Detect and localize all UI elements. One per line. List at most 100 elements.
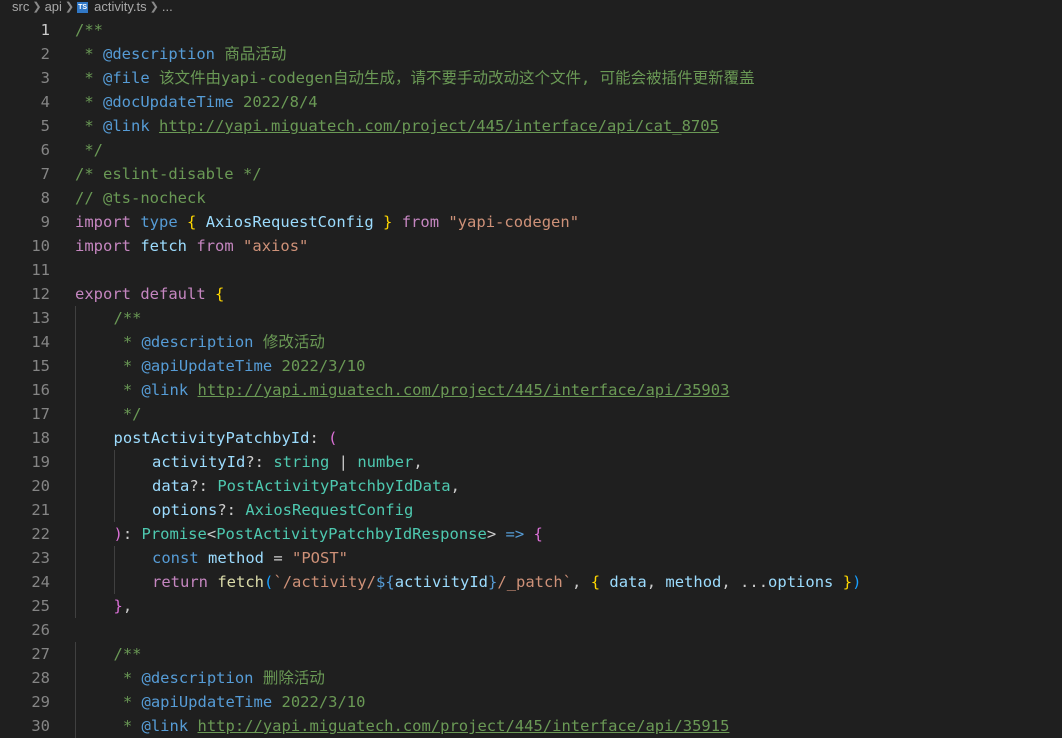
code-text[interactable] [50, 258, 1062, 282]
code-token: import [75, 213, 131, 231]
code-line[interactable]: 17 */ [0, 402, 1062, 426]
code-text[interactable]: * @description 修改活动 [50, 330, 1062, 354]
breadcrumb-item-file[interactable]: activity.ts [94, 0, 147, 14]
code-line[interactable]: 29 * @apiUpdateTime 2022/3/10 [0, 690, 1062, 714]
code-text[interactable]: */ [50, 138, 1062, 162]
code-text[interactable]: * @description 删除活动 [50, 666, 1062, 690]
code-token: data [609, 573, 647, 591]
code-text[interactable]: * @link http://yapi.miguatech.com/projec… [50, 378, 1062, 402]
code-link[interactable]: http://yapi.miguatech.com/project/445/in… [198, 381, 730, 399]
code-token: /* eslint-disable */ [75, 165, 262, 183]
code-text[interactable]: const method = "POST" [50, 546, 1062, 570]
code-text[interactable]: /** [50, 18, 1062, 42]
code-token: @link [141, 717, 189, 735]
code-text[interactable]: return fetch(`/activity/${activityId}/_p… [50, 570, 1062, 594]
code-line[interactable]: 5 * @link http://yapi.miguatech.com/proj… [0, 114, 1062, 138]
code-text[interactable]: * @description 商品活动 [50, 42, 1062, 66]
code-line[interactable]: 9 import type { AxiosRequestConfig } from… [0, 210, 1062, 234]
code-line[interactable]: 15 * @apiUpdateTime 2022/3/10 [0, 354, 1062, 378]
code-token: 商品活动 [214, 45, 287, 63]
code-token: 2022/8/4 [233, 93, 318, 111]
breadcrumb-item-symbols[interactable]: ... [162, 0, 173, 14]
code-line[interactable]: 7 /* eslint-disable */ [0, 162, 1062, 186]
code-line[interactable]: 24 return fetch(`/activity/${activityId}/… [0, 570, 1062, 594]
code-line[interactable]: 23 const method = "POST" [0, 546, 1062, 570]
indent-guide [113, 570, 115, 594]
code-line[interactable]: 22): Promise<PostActivityPatchbyIdRespon… [0, 522, 1062, 546]
code-text[interactable]: import type { AxiosRequestConfig } from … [50, 210, 1062, 234]
code-token: number [357, 453, 414, 471]
code-token: * [113, 669, 142, 687]
code-text[interactable] [50, 618, 1062, 642]
code-token: : [122, 525, 142, 543]
code-line[interactable]: 12 export default { [0, 282, 1062, 306]
code-line[interactable]: 6 */ [0, 138, 1062, 162]
indent-guide [113, 450, 115, 474]
code-line[interactable]: 8 // @ts-nocheck [0, 186, 1062, 210]
indent-guide [75, 402, 76, 426]
code-line[interactable]: 26 [0, 618, 1062, 642]
code-line[interactable]: 21 options?: AxiosRequestConfig [0, 498, 1062, 522]
code-line[interactable]: 14 * @description 修改活动 [0, 330, 1062, 354]
code-line[interactable]: 2 * @description 商品活动 [0, 42, 1062, 66]
code-text[interactable]: options?: AxiosRequestConfig [50, 498, 1062, 522]
line-number: 6 [40, 141, 50, 159]
code-token: ?: [245, 453, 274, 471]
code-text[interactable]: * @link http://yapi.miguatech.com/projec… [50, 714, 1062, 738]
code-line[interactable]: 18 postActivityPatchbyId: ( [0, 426, 1062, 450]
code-text[interactable]: /** [50, 642, 1062, 666]
code-token: , ... [721, 573, 769, 591]
code-token: string [273, 453, 330, 471]
code-link[interactable]: http://yapi.miguatech.com/project/445/in… [159, 117, 719, 135]
code-text[interactable]: * @docUpdateTime 2022/8/4 [50, 90, 1062, 114]
code-text[interactable]: }, [50, 594, 1062, 618]
code-text[interactable]: /** [50, 306, 1062, 330]
code-line[interactable]: 20 data?: PostActivityPatchbyIdData, [0, 474, 1062, 498]
breadcrumb-item-src[interactable]: src [12, 0, 29, 14]
code-line[interactable]: 27 /** [0, 642, 1062, 666]
code-text[interactable]: * @apiUpdateTime 2022/3/10 [50, 690, 1062, 714]
code-text[interactable]: * @file 该文件由yapi-codegen自动生成，请不要手动改动这个文件… [50, 66, 1062, 90]
code-text[interactable]: export default { [50, 282, 1062, 306]
code-line[interactable]: 11 [0, 258, 1062, 282]
breadcrumb-item-api[interactable]: api [45, 0, 62, 14]
code-line[interactable]: 4 * @docUpdateTime 2022/8/4 [0, 90, 1062, 114]
code-link[interactable]: http://yapi.miguatech.com/project/445/in… [198, 717, 730, 735]
line-number: 15 [31, 357, 50, 375]
line-number: 9 [40, 213, 50, 231]
code-line[interactable]: 25}, [0, 594, 1062, 618]
code-text[interactable]: * @apiUpdateTime 2022/3/10 [50, 354, 1062, 378]
code-text[interactable]: /* eslint-disable */ [50, 162, 1062, 186]
line-number: 30 [31, 717, 50, 735]
code-line[interactable]: 28 * @description 删除活动 [0, 666, 1062, 690]
code-line[interactable]: 19 activityId?: string | number, [0, 450, 1062, 474]
code-line[interactable]: 13 /** [0, 306, 1062, 330]
code-line[interactable]: 30 * @link http://yapi.miguatech.com/pro… [0, 714, 1062, 738]
indent-guide [75, 330, 76, 354]
code-token: * [75, 69, 103, 87]
line-number: 19 [31, 453, 50, 471]
code-text[interactable]: data?: PostActivityPatchbyIdData, [50, 474, 1062, 498]
code-token: @description [103, 45, 215, 63]
code-text[interactable]: // @ts-nocheck [50, 186, 1062, 210]
code-line[interactable]: 10 import fetch from "axios" [0, 234, 1062, 258]
code-text[interactable]: postActivityPatchbyId: ( [50, 426, 1062, 450]
code-text[interactable]: ): Promise<PostActivityPatchbyIdResponse… [50, 522, 1062, 546]
code-line[interactable]: 16 * @link http://yapi.miguatech.com/pro… [0, 378, 1062, 402]
code-text[interactable]: */ [50, 402, 1062, 426]
code-token: 删除活动 [253, 669, 325, 687]
code-text[interactable]: * @link http://yapi.miguatech.com/projec… [50, 114, 1062, 138]
code-token: fetch [140, 237, 188, 255]
code-text[interactable]: import fetch from "axios" [50, 234, 1062, 258]
code-token: default [140, 285, 206, 303]
code-token: | [329, 453, 358, 471]
code-token: , [413, 453, 423, 471]
code-editor[interactable]: 1/** 2 * @description 商品活动 3 * @file 该文件由y… [0, 18, 1062, 738]
code-line[interactable]: 1 /** [0, 18, 1062, 42]
code-line[interactable]: 3 * @file 该文件由yapi-codegen自动生成，请不要手动改动这个… [0, 66, 1062, 90]
code-text[interactable]: activityId?: string | number, [50, 450, 1062, 474]
